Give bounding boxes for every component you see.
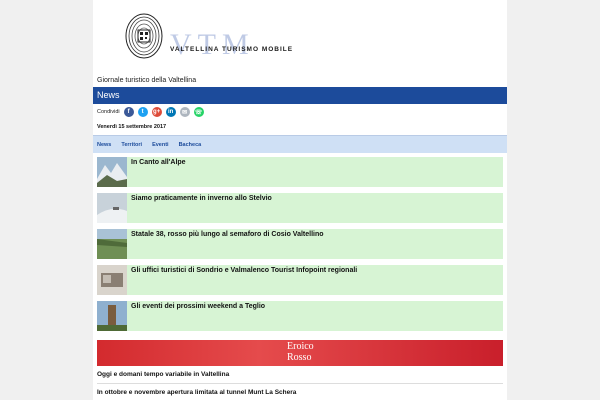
news-item[interactable]: In Canto all'Alpe — [97, 157, 503, 187]
news-item[interactable]: Siamo praticamente in inverno allo Stelv… — [97, 193, 503, 223]
banner-text: Eroico Rosso — [287, 341, 314, 363]
headline-link[interactable]: In ottobre e novembre apertura limitata … — [97, 389, 296, 396]
news-title: In Canto all'Alpe — [131, 159, 186, 166]
divider — [97, 383, 503, 384]
header: VTM VALTELLINA TURISMO MOBILE — [93, 0, 507, 72]
news-title: Gli uffici turistici di Sondrio e Valmal… — [131, 267, 358, 274]
whatsapp-icon[interactable]: ☏ — [193, 107, 204, 117]
eroico-rosso-banner[interactable]: Eroico Rosso — [97, 340, 503, 366]
banner-line-2: Rosso — [287, 352, 312, 363]
news-item[interactable]: Gli uffici turistici di Sondrio e Valmal… — [97, 265, 503, 295]
linkedin-icon[interactable]: in — [165, 107, 176, 117]
banner-line-1: Eroico — [287, 341, 314, 352]
tab-territori[interactable]: Territori — [121, 142, 142, 148]
facebook-icon[interactable]: f — [123, 107, 134, 117]
brand-letters: VTM — [170, 28, 255, 61]
email-icon[interactable]: ✉ — [179, 107, 190, 117]
news-title: Gli eventi dei prossimi weekend a Teglio — [131, 303, 266, 310]
share-row: Condividi f t g+ in ✉ ☏ — [97, 106, 208, 118]
tab-eventi[interactable]: Eventi — [152, 142, 169, 148]
tab-bacheca[interactable]: Bacheca — [179, 142, 202, 148]
news-list: In Canto all'Alpe Siamo praticamente in … — [97, 157, 503, 337]
tab-bar: News Territori Eventi Bacheca — [93, 135, 507, 153]
tab-news[interactable]: News — [97, 142, 111, 148]
headline-link[interactable]: Oggi e domani tempo variabile in Valtell… — [97, 371, 229, 378]
news-thumbnail — [97, 265, 127, 295]
fingerprint-logo-icon — [125, 13, 163, 59]
news-title: Siamo praticamente in inverno allo Stelv… — [131, 195, 272, 202]
share-label: Condividi — [97, 109, 120, 115]
twitter-icon[interactable]: t — [137, 107, 148, 117]
news-thumbnail — [97, 193, 127, 223]
news-thumbnail — [97, 301, 127, 331]
news-item[interactable]: Statale 38, rosso più lungo al semaforo … — [97, 229, 503, 259]
current-date: Venerdì 15 settembre 2017 — [97, 124, 167, 130]
news-item[interactable]: Gli eventi dei prossimi weekend a Teglio — [97, 301, 503, 331]
section-title-bar: News — [93, 87, 507, 104]
brand-name: VALTELLINA TURISMO MOBILE — [170, 46, 294, 53]
site-subtitle: Giornale turistico della Valtellina — [97, 77, 197, 84]
google-plus-icon[interactable]: g+ — [151, 107, 162, 117]
page: VTM VALTELLINA TURISMO MOBILE Giornale t… — [93, 0, 507, 400]
news-thumbnail — [97, 157, 127, 187]
news-title: Statale 38, rosso più lungo al semaforo … — [131, 231, 324, 238]
news-thumbnail — [97, 229, 127, 259]
site-logo[interactable]: VTM VALTELLINA TURISMO MOBILE — [124, 12, 292, 62]
